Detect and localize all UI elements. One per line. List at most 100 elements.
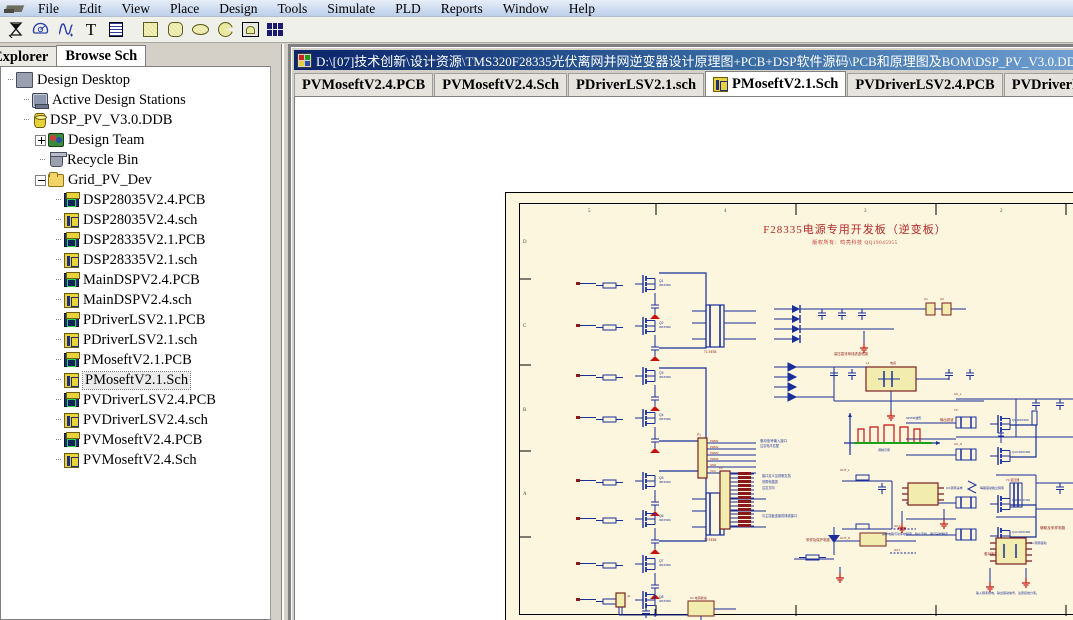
document-tab[interactable]: PVMoseftV2.4.Sch [434, 73, 568, 96]
tree-item[interactable]: Design Team [3, 130, 270, 150]
svg-text:IRFP460: IRFP460 [659, 283, 671, 287]
tree-connector [51, 430, 62, 450]
pcb-file-icon [64, 432, 80, 447]
no-erc-icon[interactable] [4, 19, 28, 41]
sch-file-icon [64, 332, 79, 348]
svg-text:2: 2 [1000, 209, 1003, 214]
tree-item[interactable]: DSP28035V2.4.sch [3, 210, 270, 230]
menu-view[interactable]: View [112, 0, 160, 17]
menu-help[interactable]: Help [559, 0, 605, 17]
svg-text:PWM2: PWM2 [710, 445, 719, 449]
menu-tools[interactable]: Tools [267, 0, 317, 17]
svg-text:J1: J1 [627, 594, 631, 598]
tree-item[interactable]: DSP28035V2.4.PCB [3, 190, 270, 210]
tree-item[interactable]: PVDriverLSV2.4.PCB [3, 390, 270, 410]
array-paste-icon[interactable] [263, 19, 287, 41]
tree-item[interactable]: Design Desktop [3, 70, 270, 90]
tree-connector [35, 150, 46, 170]
ellipse-icon[interactable] [188, 19, 212, 41]
ddb-icon [297, 52, 312, 68]
tree-item[interactable]: DSP_PV_V3.0.DDB [3, 110, 270, 130]
rectangle-icon[interactable] [138, 19, 162, 41]
document-title-bar: D:\[07]技术创新\设计资源\TMS320F28335光伏离网并网逆变器设计… [294, 50, 1073, 70]
tree-item[interactable]: PVMoseftV2.4.Sch [3, 450, 270, 470]
text-frame-icon[interactable] [104, 19, 128, 41]
tree-item[interactable]: PDriverLSV2.1.sch [3, 330, 270, 350]
menu-edit[interactable]: Edit [69, 0, 112, 17]
tree-item[interactable]: MainDSPV2.4.PCB [3, 270, 270, 290]
text-tool-icon[interactable]: T [79, 19, 103, 41]
svg-text:Q11 IRFP460: Q11 IRFP460 [1012, 498, 1030, 502]
pie-chart-icon[interactable] [29, 19, 53, 41]
tree-item[interactable]: MainDSPV2.4.sch [3, 290, 270, 310]
pie-segment-icon[interactable] [213, 19, 237, 41]
tree-item[interactable]: PMoseftV2.1.Sch [3, 370, 270, 390]
tree-connector [51, 190, 62, 210]
menu-design[interactable]: Design [209, 0, 267, 17]
svg-text:C2: C2 [940, 297, 944, 301]
svg-text:IRFP460: IRFP460 [659, 518, 671, 522]
document-tab[interactable]: PVMoseftV2.4.PCB [294, 73, 434, 96]
menu-bar: File Edit View Place Design Tools Simula… [0, 0, 1073, 17]
document-tab-label: PMoseftV2.1.Sch [732, 76, 839, 92]
tree-item-label: Active Design Stations [52, 91, 186, 108]
pcb-file-icon [64, 232, 80, 247]
tree-item-label: PDriverLSV2.1.sch [83, 331, 198, 348]
svg-text:PWM4: PWM4 [710, 457, 719, 461]
document-tab[interactable]: PVDriverLSV2. [1003, 73, 1073, 96]
schematic-canvas[interactable]: F28335电源专用开发板（逆变板） 版权所有：鸣亮科技 QQ19045955 [294, 96, 1073, 620]
svg-text:PWM3: PWM3 [710, 451, 719, 455]
mdi-area: D:\[07]技术创新\设计资源\TMS320F28335光伏离网并网逆变器设计… [288, 44, 1073, 620]
desktop-icon [16, 72, 33, 88]
panel-tab-browse-sch[interactable]: Browse Sch [56, 45, 147, 67]
tree-item-label: DSP28335V2.1.sch [83, 251, 198, 268]
graphic-icon[interactable] [238, 19, 262, 41]
waveform-icon[interactable] [54, 19, 78, 41]
svg-text:U1 电源模块: U1 电源模块 [690, 595, 707, 600]
tree-item-label: MainDSPV2.4.sch [83, 291, 192, 308]
document-tab[interactable]: PMoseftV2.1.Sch [705, 71, 847, 96]
menu-reports[interactable]: Reports [431, 0, 493, 17]
panel-splitter[interactable] [278, 44, 288, 620]
tree-connector [51, 410, 62, 430]
schematic-drawing: DC BA 54 321 [520, 204, 1067, 620]
menu-window[interactable]: Window [493, 0, 559, 17]
tree-item[interactable]: PMoseftV2.1.PCB [3, 350, 270, 370]
document-tab[interactable]: PDriverLSV2.1.sch [568, 73, 705, 96]
tree-item-label: PDriverLSV2.1.PCB [83, 311, 206, 328]
menu-pld[interactable]: PLD [385, 0, 431, 17]
tree-item[interactable]: DSP28335V2.1.PCB [3, 230, 270, 250]
tree-connector [51, 450, 62, 470]
tree-item-label: DSP28035V2.4.PCB [83, 191, 206, 208]
tree-item[interactable]: PVDriverLSV2.4.sch [3, 410, 270, 430]
tree-item[interactable]: PDriverLSV2.1.PCB [3, 310, 270, 330]
panel-tab-explorer[interactable]: Explorer [0, 46, 58, 67]
tree-item[interactable]: Recycle Bin [3, 150, 270, 170]
svg-text:3: 3 [864, 209, 867, 214]
tree-connector [51, 210, 62, 230]
svg-text:OUT+: OUT+ [894, 524, 902, 528]
tree-item[interactable]: PVMoseftV2.4.PCB [3, 430, 270, 450]
svg-text:IRFP460: IRFP460 [659, 563, 671, 567]
tree-connector [3, 70, 14, 90]
tree-item[interactable]: DSP28335V2.1.sch [3, 250, 270, 270]
svg-text:采样及保护电路: 采样及保护电路 [806, 537, 830, 542]
sch-file-icon [64, 412, 79, 428]
collapse-icon[interactable] [35, 174, 46, 186]
menu-place[interactable]: Place [160, 0, 209, 17]
expand-icon[interactable] [35, 134, 46, 146]
svg-text:IRFP460: IRFP460 [659, 375, 671, 379]
document-tab[interactable]: PVDriverLSV2.4.PCB [847, 73, 1003, 96]
tree-item[interactable]: Grid_PV_Dev [3, 170, 270, 190]
tree-item-label: DSP28335V2.1.PCB [83, 231, 206, 248]
pcb-file-icon [64, 192, 80, 207]
design-tree[interactable]: Design Desktop Active Design Stations DSP_… [0, 66, 271, 620]
tree-item[interactable]: Active Design Stations [3, 90, 270, 110]
rounded-rectangle-icon[interactable] [163, 19, 187, 41]
menu-file[interactable]: File [28, 0, 69, 17]
pcb-file-icon [64, 312, 80, 327]
menu-simulate[interactable]: Simulate [317, 0, 385, 17]
svg-text:B: B [523, 408, 527, 413]
tree-item-label: DSP28035V2.4.sch [83, 211, 198, 228]
protel-window: File Edit View Place Design Tools Simula… [0, 0, 1073, 620]
